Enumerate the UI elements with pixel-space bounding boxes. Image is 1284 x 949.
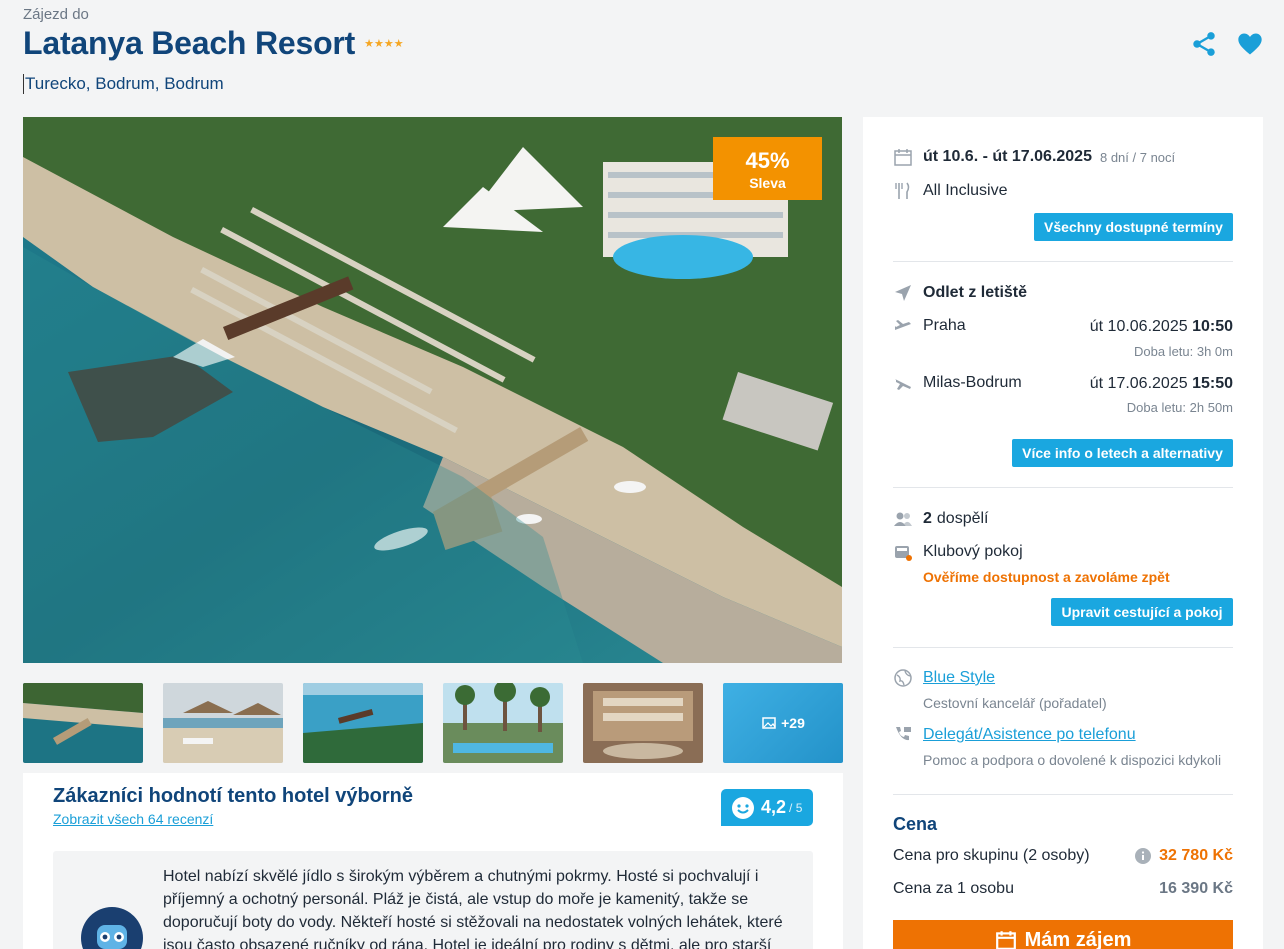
- agency-role: Cestovní kancelář (pořadatel): [923, 695, 1107, 711]
- interest-button-label: Mám zájem: [1024, 928, 1132, 949]
- review-summary-text: Hotel nabízí skvělé jídlo s širokým výbě…: [163, 868, 783, 949]
- discount-label: Sleva: [749, 175, 786, 191]
- rating-value: 4,2: [761, 797, 787, 817]
- smiley-icon: [732, 796, 754, 819]
- kicker-text: Zájezd do: [23, 6, 89, 23]
- traveller-count: 2: [923, 510, 932, 527]
- main-hotel-photo[interactable]: 45% Sleva: [23, 117, 842, 663]
- navigation-arrow-icon: [895, 285, 911, 301]
- availability-note: Ověříme dostupnost a zavoláme zpět: [923, 569, 1170, 585]
- price-heading: Cena: [893, 814, 938, 834]
- review-summary-card: Zákazníci hodnotí tento hotel výborně Zo…: [23, 773, 843, 949]
- page-header: Zájezd do Latanya Beach Resort ★★★★ Ture…: [23, 6, 404, 94]
- discount-badge: 45% Sleva: [713, 137, 822, 200]
- plane-landing-icon: [895, 379, 911, 390]
- divider: [893, 794, 1233, 795]
- hotel-location: Turecko, Bodrum, Bodrum: [23, 74, 404, 94]
- outbound-duration: Doba letu: 3h 0m: [1133, 344, 1233, 359]
- plane-takeoff-icon: [895, 320, 911, 330]
- return-airport: Milas-Bodrum: [923, 374, 1022, 391]
- board-type: All Inclusive: [923, 182, 1008, 199]
- person-price-label: Cena za 1 osobu: [893, 880, 1014, 897]
- more-photos-thumbnail[interactable]: +29: [723, 683, 843, 763]
- rating-badge: 4,2 / 5: [721, 789, 813, 826]
- bed-icon: [895, 546, 912, 561]
- heart-icon[interactable]: [1236, 30, 1264, 58]
- thumbnail-2[interactable]: [163, 683, 283, 763]
- all-dates-button[interactable]: Všechny dostupné termíny: [1034, 213, 1233, 241]
- thumbnail-4[interactable]: [443, 683, 563, 763]
- thumbnail-5[interactable]: [583, 683, 703, 763]
- room-type: Klubový pokoj: [923, 543, 1023, 560]
- outbound-date: út 10.06.2025: [1089, 318, 1188, 335]
- trip-duration: 8 dní / 7 nocí: [1099, 149, 1176, 165]
- divider: [893, 487, 1233, 488]
- group-price-value: 32 780 Kč: [1159, 847, 1233, 864]
- departure-heading: Odlet z letiště: [923, 284, 1028, 301]
- trip-dates: út 10.6. - út 17.06.2025: [923, 148, 1092, 165]
- thumbnail-3[interactable]: [303, 683, 423, 763]
- calendar-icon: [995, 931, 1016, 949]
- assistant-avatar-icon: [81, 907, 143, 949]
- calendar-icon: [894, 149, 912, 166]
- people-icon: [894, 512, 912, 526]
- thumbnail-strip: +29: [23, 683, 843, 763]
- outbound-airport: Praha: [923, 317, 966, 334]
- interest-button[interactable]: Mám zájem: [893, 920, 1233, 949]
- agency-link[interactable]: Blue Style: [923, 669, 995, 687]
- divider: [893, 261, 1233, 262]
- share-icon[interactable]: [1190, 30, 1218, 58]
- gallery-icon: [762, 717, 776, 729]
- ai-summary-box: Hotel nabízí skvělé jídlo s širokým výbě…: [53, 851, 813, 949]
- flight-info-button[interactable]: Více info o letech a alternativy: [1012, 439, 1233, 467]
- return-time: 15:50: [1192, 375, 1233, 392]
- support-description: Pomoc a podpora o dovolené k dispozici k…: [923, 752, 1222, 768]
- more-photos-count: +29: [781, 715, 805, 731]
- return-date: út 17.06.2025: [1089, 375, 1188, 392]
- cutlery-icon: [895, 182, 910, 199]
- hotel-title: Latanya Beach Resort: [23, 25, 356, 61]
- thumbnail-1[interactable]: [23, 683, 143, 763]
- divider: [893, 647, 1233, 648]
- info-icon[interactable]: [1135, 848, 1151, 864]
- edit-travellers-button[interactable]: Upravit cestující a pokoj: [1051, 598, 1233, 626]
- booking-sidebar: út 10.6. - út 17.06.2025 8 dní / 7 nocí …: [863, 117, 1263, 949]
- traveller-label: dospělí: [936, 510, 989, 527]
- support-phone-icon: [896, 727, 911, 741]
- review-heading: Zákazníci hodnotí tento hotel výborně: [53, 785, 414, 807]
- group-price-label: Cena pro skupinu (2 osoby): [893, 847, 1090, 864]
- star-rating: ★★★★: [364, 38, 404, 50]
- person-price-value: 16 390 Kč: [1159, 880, 1233, 897]
- discount-percent: 45%: [745, 148, 790, 173]
- all-reviews-link[interactable]: Zobrazit všech 64 recenzí: [53, 811, 213, 827]
- globe-icon: [894, 669, 912, 687]
- return-duration: Doba letu: 2h 50m: [1126, 400, 1233, 415]
- support-link[interactable]: Delegát/Asistence po telefonu: [923, 726, 1136, 744]
- rating-max: / 5: [789, 800, 803, 815]
- outbound-time: 10:50: [1192, 318, 1233, 335]
